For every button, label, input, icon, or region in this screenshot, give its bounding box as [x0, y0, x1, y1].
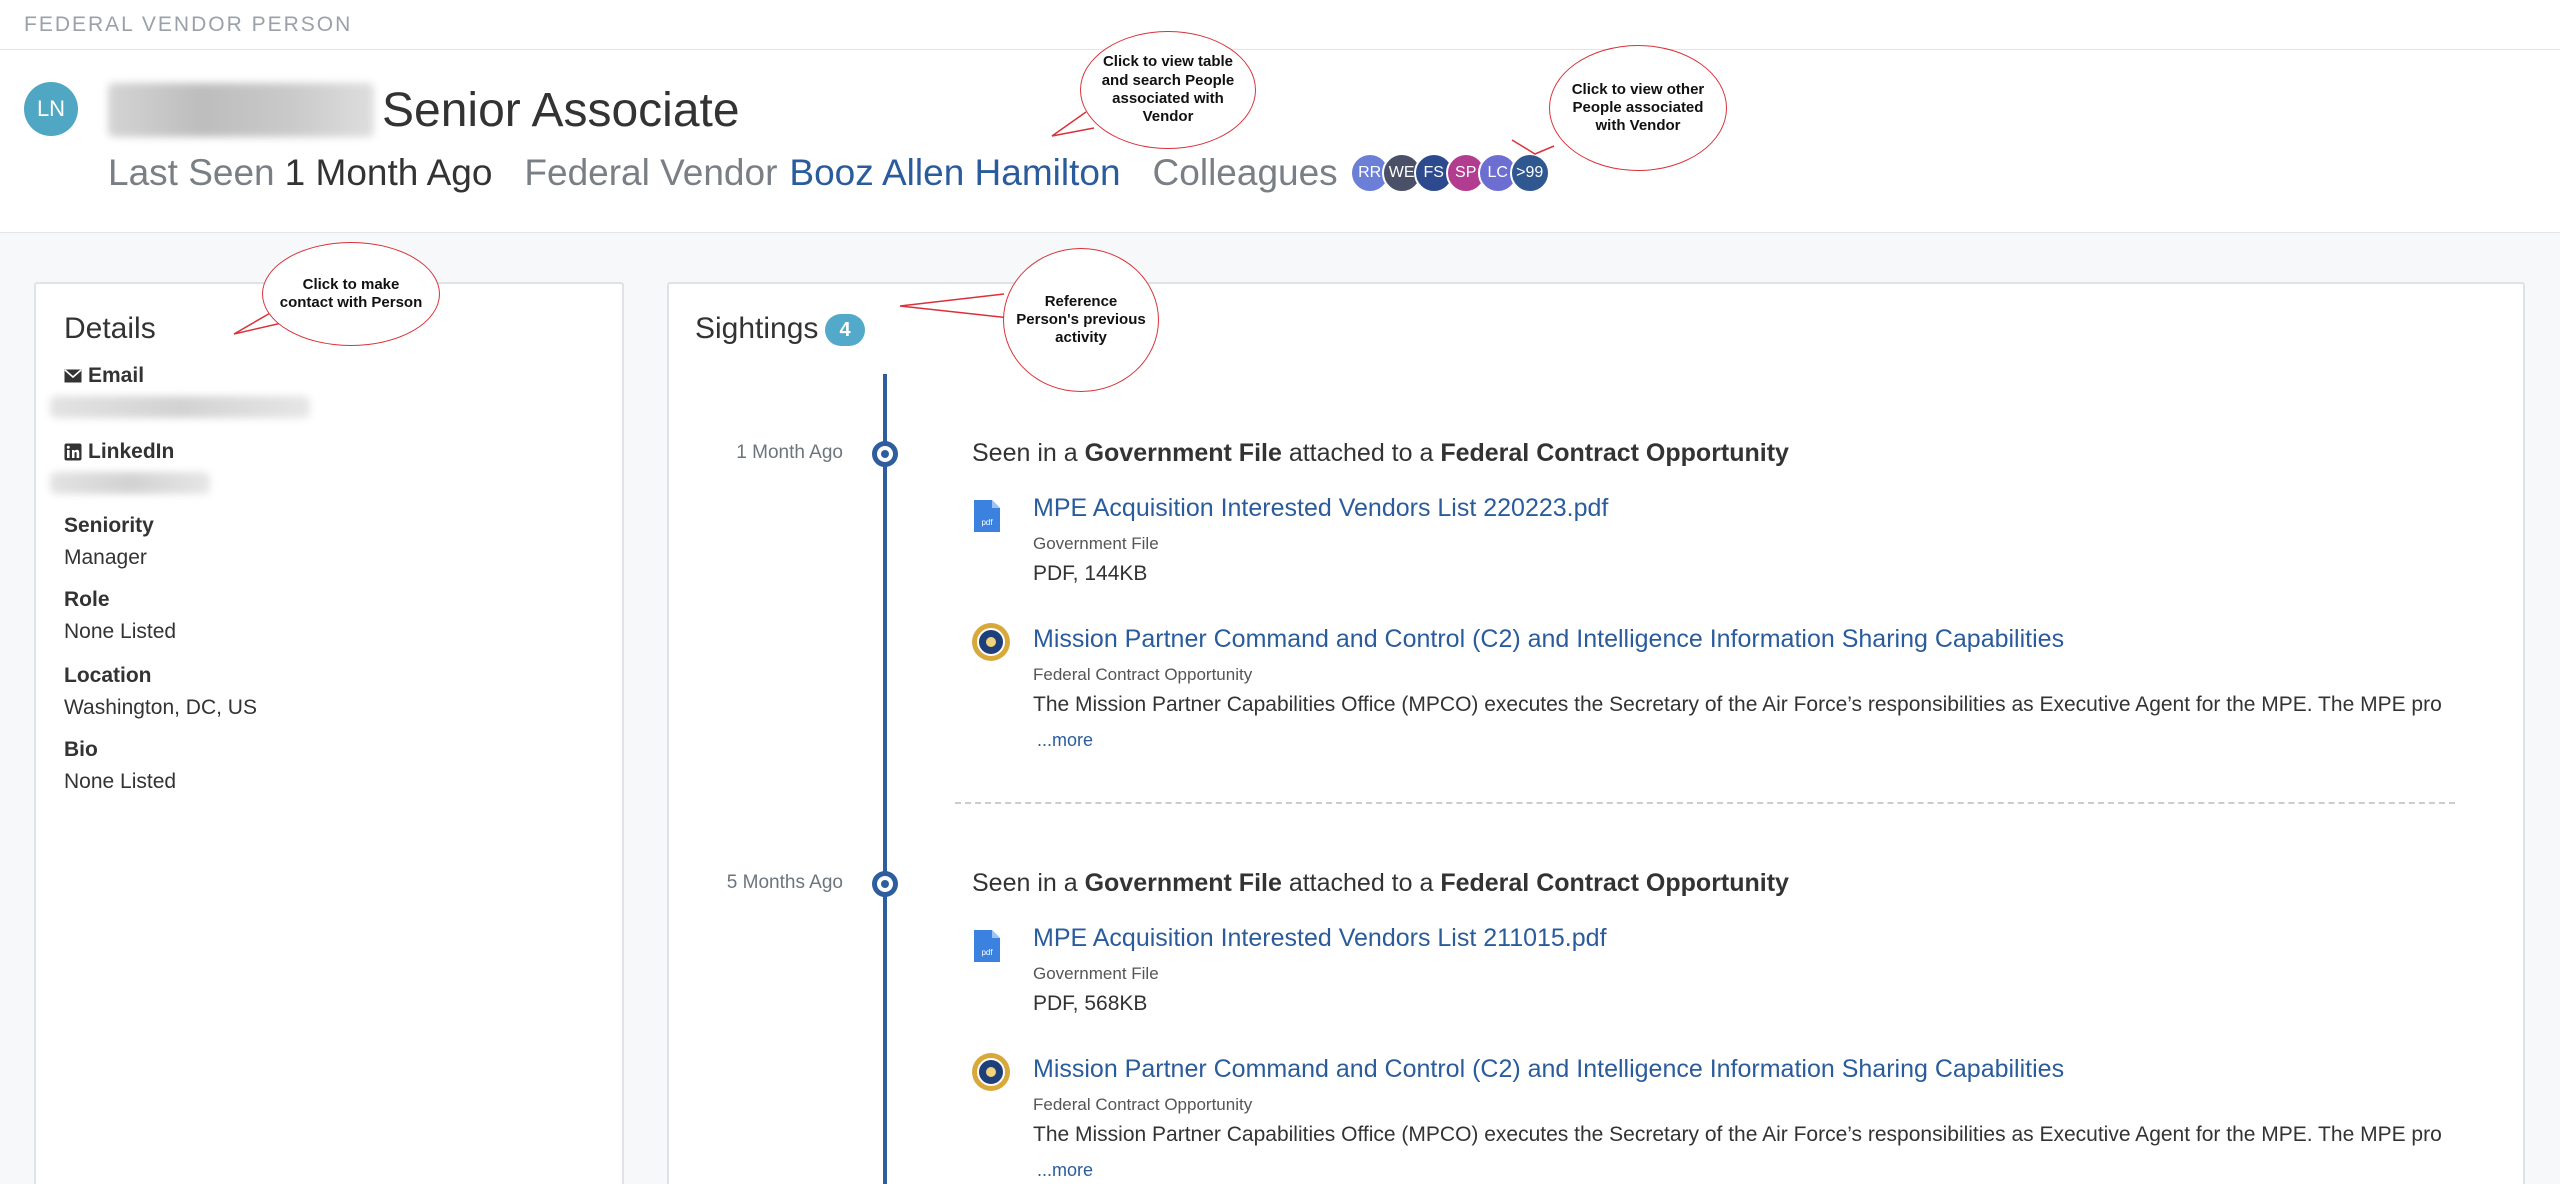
linkedin-label[interactable]: LinkedIn — [64, 440, 174, 464]
sighting-heading: Seen in a Government File attached to a … — [972, 869, 1789, 897]
file-info: PDF, 144KB — [1033, 562, 1148, 585]
redacted-email[interactable] — [50, 396, 310, 418]
timeline-dot — [872, 871, 898, 897]
person-title: Senior Associate — [382, 83, 740, 137]
sightings-panel: Sightings 4 1 Month Ago Seen in a Govern… — [667, 282, 2525, 1184]
pdf-file-icon: pdf — [974, 930, 1000, 962]
callout-vendor-table: Click to view table and search People as… — [1080, 31, 1256, 149]
avatar: LN — [24, 82, 78, 136]
contract-opportunity-link[interactable]: Mission Partner Command and Control (C2)… — [1033, 1055, 2064, 1084]
file-info: PDF, 568KB — [1033, 992, 1148, 1015]
location-value: Washington, DC, US — [64, 696, 257, 719]
opportunity-description: The Mission Partner Capabilities Office … — [1033, 693, 2442, 750]
sightings-title: Sightings — [695, 312, 819, 345]
timeline-line — [883, 374, 887, 1184]
details-title: Details — [64, 312, 156, 345]
last-seen-value: 1 Month Ago — [284, 152, 493, 193]
air-force-seal-icon — [972, 623, 1010, 661]
vendor-link[interactable]: Booz Allen Hamilton — [789, 152, 1120, 194]
contract-opportunity-link[interactable]: Mission Partner Command and Control (C2)… — [1033, 625, 2064, 654]
pdf-file-icon: pdf — [974, 500, 1000, 532]
seniority-label: Seniority — [64, 514, 154, 537]
role-value: None Listed — [64, 620, 177, 643]
bio-label: Bio — [64, 738, 98, 761]
linkedin-icon — [64, 443, 82, 461]
more-link[interactable]: ...more — [1037, 730, 1093, 750]
seniority-value: Manager — [64, 546, 147, 569]
sighting-time-ago: 5 Months Ago — [726, 872, 843, 893]
linkedin-label-text: LinkedIn — [88, 440, 175, 463]
air-force-seal-icon — [972, 1053, 1010, 1091]
government-file-link[interactable]: MPE Acquisition Interested Vendors List … — [1033, 924, 1607, 953]
item-type: Government File — [1033, 964, 1159, 983]
last-seen-label: Last Seen — [108, 152, 275, 193]
item-type: Federal Contract Opportunity — [1033, 1095, 1253, 1114]
envelope-icon — [64, 369, 82, 383]
government-file-link[interactable]: MPE Acquisition Interested Vendors List … — [1033, 494, 1608, 523]
colleagues-avatars: RR WE FS SP LC >99 — [1349, 153, 1550, 193]
sighting-heading: Seen in a Government File attached to a … — [972, 439, 1789, 467]
email-label-text: Email — [88, 364, 145, 387]
email-label[interactable]: Email — [64, 364, 144, 388]
sighting-time-ago: 1 Month Ago — [736, 442, 843, 463]
svg-text:pdf: pdf — [981, 948, 993, 957]
timeline-dot — [872, 441, 898, 467]
item-type: Federal Contract Opportunity — [1033, 665, 1253, 684]
bio-value: None Listed — [64, 770, 177, 793]
details-panel: Details Email LinkedIn Seniority Manager… — [34, 282, 624, 1184]
redacted-person-name — [108, 83, 374, 137]
svg-text:pdf: pdf — [981, 518, 993, 527]
top-bar: FEDERAL VENDOR PERSON — [0, 0, 2560, 50]
role-label: Role — [64, 588, 110, 611]
callout-sightings: Reference Person's previous activity — [1003, 248, 1159, 392]
redacted-linkedin[interactable] — [50, 472, 210, 494]
callout-contact: Click to make contact with Person — [262, 242, 440, 346]
item-type: Government File — [1033, 534, 1159, 553]
more-link[interactable]: ...more — [1037, 1160, 1093, 1180]
callout-colleagues: Click to view other People associated wi… — [1549, 45, 1727, 171]
colleagues-label: Colleagues — [1152, 152, 1338, 193]
federal-vendor-label: Federal Vendor — [524, 152, 778, 193]
page-type-title: FEDERAL VENDOR PERSON — [24, 13, 353, 36]
person-meta-row: Last Seen 1 Month Ago Federal Vendor Boo… — [108, 148, 1550, 198]
location-label: Location — [64, 664, 152, 687]
person-name-row: Senior Associate — [108, 80, 740, 140]
person-header: LN Senior Associate Last Seen 1 Month Ag… — [0, 50, 2560, 233]
sightings-count-badge: 4 — [825, 314, 865, 346]
more-colleagues-button[interactable]: >99 — [1509, 153, 1550, 193]
sighting-divider — [955, 802, 2455, 804]
opportunity-description: The Mission Partner Capabilities Office … — [1033, 1123, 2442, 1180]
